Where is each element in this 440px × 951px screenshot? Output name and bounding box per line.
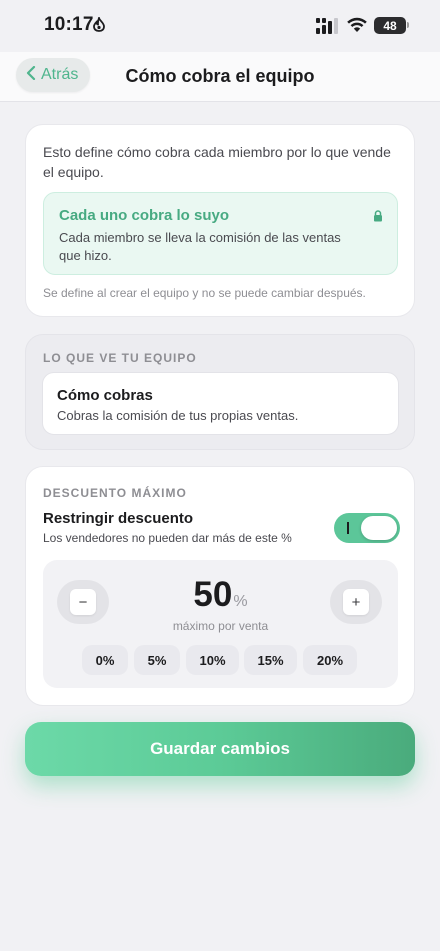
discount-card: DESCUENTO MÁXIMO Restringir descuento Lo… xyxy=(25,466,415,706)
status-bar: 10:17 48 xyxy=(0,0,440,52)
status-time: 10:17 xyxy=(44,14,94,35)
commission-mode-subtitle: Cada miembro se lleva la comisión de las… xyxy=(59,230,341,263)
team-view-section-label: LO QUE VE TU EQUIPO xyxy=(43,351,197,365)
toggle-on-indicator xyxy=(347,522,349,534)
team-view-box: Cómo cobras Cobras la comisión de tus pr… xyxy=(42,372,399,435)
discount-section-label: DESCUENTO MÁXIMO xyxy=(43,486,187,500)
discount-stepper: − 50% máximo por venta + 0% 5% 10% 15% 2… xyxy=(43,560,398,688)
toggle-knob xyxy=(361,516,397,540)
commission-description: Esto define cómo cobra cada miembro por … xyxy=(43,144,391,180)
preset-chip-20[interactable]: 20% xyxy=(303,645,357,675)
wifi-icon xyxy=(346,16,368,38)
team-view-card: LO QUE VE TU EQUIPO Cómo cobras Cobras l… xyxy=(25,334,415,450)
nav-bar: Atrás Cómo cobra el equipo xyxy=(0,52,440,102)
preset-chip-15[interactable]: 15% xyxy=(244,645,297,675)
preset-chip-0[interactable]: 0% xyxy=(82,645,128,675)
discount-unit: % xyxy=(233,593,248,610)
preset-chips: 0% 5% 10% 15% 20% xyxy=(43,645,398,675)
commission-card: Esto define cómo cobra cada miembro por … xyxy=(25,124,415,317)
commission-mode-box: Cada uno cobra lo suyo Cada miembro se l… xyxy=(43,192,398,275)
plus-icon: + xyxy=(343,589,369,615)
discount-value: 50 xyxy=(193,575,233,614)
battery-icon: 48 xyxy=(374,17,406,34)
commission-note: Se define al crear el equipo y no se pue… xyxy=(43,286,366,300)
restrict-discount-title: Restringir descuento xyxy=(43,510,194,527)
lock-icon xyxy=(373,209,383,227)
save-button[interactable]: Guardar cambios xyxy=(25,722,415,776)
battery-tip xyxy=(407,22,409,28)
signal-icon xyxy=(316,18,338,34)
restrict-discount-subtitle: Los vendedores no pueden dar más de este… xyxy=(43,531,292,545)
page-title: Cómo cobra el equipo xyxy=(125,66,315,86)
preset-chip-10[interactable]: 10% xyxy=(186,645,239,675)
increase-button[interactable]: + xyxy=(330,580,382,624)
team-view-title: Cómo cobras xyxy=(57,387,153,404)
flame-icon xyxy=(93,15,105,37)
restrict-discount-toggle[interactable] xyxy=(334,513,400,543)
team-view-subtitle: Cobras la comisión de tus propias ventas… xyxy=(57,408,299,423)
commission-mode-title: Cada uno cobra lo suyo xyxy=(59,207,230,224)
preset-chip-5[interactable]: 5% xyxy=(134,645,180,675)
